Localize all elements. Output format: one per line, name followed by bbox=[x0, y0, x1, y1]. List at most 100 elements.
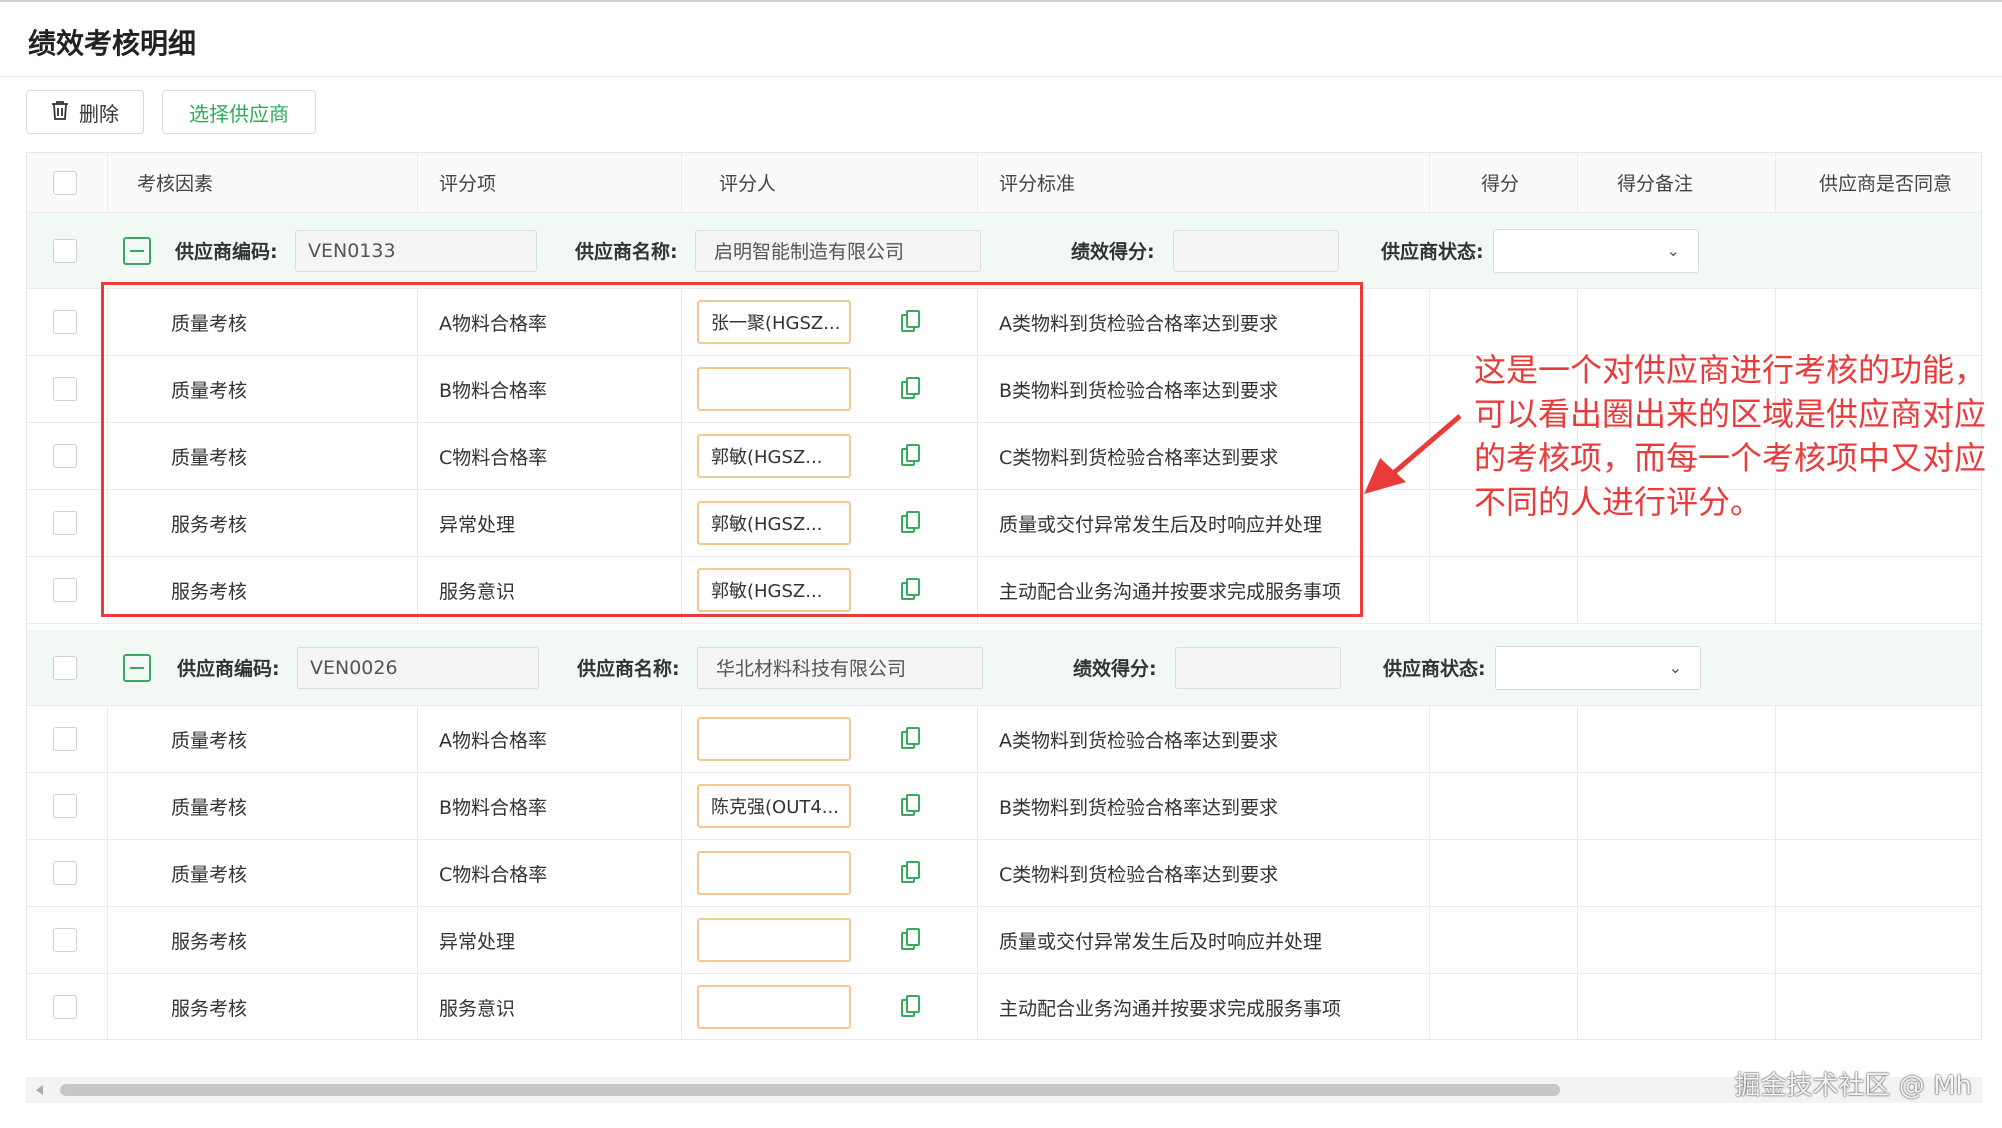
rater-input[interactable]: 郭敏(HGSZ... bbox=[697, 501, 851, 545]
copy-icon[interactable] bbox=[901, 995, 921, 1019]
annotation-line: 不同的人进行评分。 bbox=[1474, 483, 1763, 521]
row-checkbox[interactable] bbox=[53, 727, 77, 751]
performance-score-field[interactable] bbox=[1173, 229, 1339, 272]
rater-input[interactable] bbox=[697, 367, 851, 411]
window-top-border bbox=[0, 0, 2002, 2]
column-header-standard: 评分标准 bbox=[999, 173, 1076, 195]
standard-cell: C类物料到货检验合格率达到要求 bbox=[999, 446, 1279, 469]
page-title: 绩效考核明细 bbox=[28, 27, 197, 60]
row-checkbox[interactable] bbox=[53, 511, 77, 535]
delete-button[interactable]: 删除 bbox=[26, 90, 144, 134]
performance-score-label: 绩效得分: bbox=[1071, 241, 1155, 263]
collapse-icon[interactable] bbox=[123, 653, 151, 682]
supplier-code-label: 供应商编码: bbox=[177, 658, 280, 680]
supplier-code-field[interactable]: VEN0133 bbox=[295, 229, 537, 272]
collapse-icon[interactable] bbox=[123, 236, 151, 265]
assessment-table: 考核因素 评分项 评分人 评分标准 得分 得分备注 供应商是否同意 供应商编码:… bbox=[26, 152, 1982, 1040]
row-checkbox[interactable] bbox=[53, 444, 77, 468]
item-cell: C物料合格率 bbox=[439, 446, 548, 469]
table-row: 服务考核 服务意识 郭敏(HGSZ... 主动配合业务沟通并按要求完成服务事项 bbox=[27, 557, 1981, 624]
row-checkbox[interactable] bbox=[53, 310, 77, 334]
delete-button-label: 删除 bbox=[79, 101, 119, 126]
factor-cell: 服务考核 bbox=[171, 930, 248, 953]
select-all-checkbox[interactable] bbox=[53, 170, 77, 195]
rater-input[interactable]: 张一聚(HGSZ... bbox=[697, 300, 851, 344]
rater-input[interactable]: 郭敏(HGSZ... bbox=[697, 568, 851, 612]
table-row: 服务考核 异常处理 质量或交付异常发生后及时响应并处理 bbox=[27, 907, 1981, 974]
factor-cell: 质量考核 bbox=[171, 796, 248, 819]
copy-icon[interactable] bbox=[901, 511, 921, 535]
horizontal-scrollbar[interactable] bbox=[26, 1077, 1982, 1103]
row-checkbox[interactable] bbox=[53, 794, 77, 818]
supplier-status-select[interactable]: ⌄ bbox=[1493, 228, 1699, 273]
supplier-name-label: 供应商名称: bbox=[577, 658, 680, 680]
supplier-name-field[interactable]: 华北材料科技有限公司 bbox=[697, 646, 983, 689]
rater-input[interactable] bbox=[697, 985, 851, 1029]
row-checkbox[interactable] bbox=[53, 928, 77, 952]
annotation-text: 这是一个对供应商进行考核的功能， 可以看出圈出来的区域是供应商对应 的考核项，而… bbox=[1474, 348, 1994, 524]
table-row: 服务考核 服务意识 主动配合业务沟通并按要求完成服务事项 bbox=[27, 974, 1981, 1039]
rater-input[interactable]: 陈克强(OUT4... bbox=[697, 784, 851, 828]
row-checkbox[interactable] bbox=[53, 655, 77, 680]
standard-cell: 质量或交付异常发生后及时响应并处理 bbox=[999, 513, 1323, 536]
chevron-down-icon: ⌄ bbox=[1666, 241, 1680, 260]
factor-cell: 服务考核 bbox=[171, 580, 248, 603]
factor-cell: 质量考核 bbox=[171, 729, 248, 752]
standard-cell: 质量或交付异常发生后及时响应并处理 bbox=[999, 930, 1323, 953]
select-supplier-button[interactable]: 选择供应商 bbox=[162, 90, 316, 134]
standard-cell: 主动配合业务沟通并按要求完成服务事项 bbox=[999, 997, 1342, 1020]
copy-icon[interactable] bbox=[901, 727, 921, 751]
row-checkbox[interactable] bbox=[53, 238, 77, 263]
column-header-score: 得分 bbox=[1481, 173, 1520, 195]
annotation-line: 可以看出圈出来的区域是供应商对应 bbox=[1474, 395, 1987, 433]
item-cell: A物料合格率 bbox=[439, 729, 547, 752]
copy-icon[interactable] bbox=[901, 377, 921, 401]
copy-icon[interactable] bbox=[901, 928, 921, 952]
copy-icon[interactable] bbox=[901, 444, 921, 468]
item-cell: 异常处理 bbox=[439, 930, 516, 953]
factor-cell: 服务考核 bbox=[171, 997, 248, 1020]
chevron-down-icon: ⌄ bbox=[1668, 658, 1682, 677]
supplier-code-field[interactable]: VEN0026 bbox=[297, 646, 539, 689]
row-checkbox[interactable] bbox=[53, 995, 77, 1019]
column-header-rater: 评分人 bbox=[719, 173, 777, 195]
item-cell: A物料合格率 bbox=[439, 312, 547, 335]
row-checkbox[interactable] bbox=[53, 377, 77, 401]
scrollbar-thumb[interactable] bbox=[60, 1084, 1560, 1096]
supplier-name-label: 供应商名称: bbox=[575, 241, 678, 263]
supplier-status-label: 供应商状态: bbox=[1383, 658, 1486, 680]
supplier-name-field[interactable]: 启明智能制造有限公司 bbox=[695, 229, 981, 272]
copy-icon[interactable] bbox=[901, 861, 921, 885]
rater-input[interactable] bbox=[697, 717, 851, 761]
column-header-score-remark: 得分备注 bbox=[1617, 173, 1694, 195]
row-checkbox[interactable] bbox=[53, 861, 77, 885]
trash-icon bbox=[51, 100, 69, 125]
item-cell: C物料合格率 bbox=[439, 863, 548, 886]
row-checkbox[interactable] bbox=[53, 578, 77, 602]
factor-cell: 服务考核 bbox=[171, 513, 248, 536]
factor-cell: 质量考核 bbox=[171, 446, 248, 469]
column-header-supplier-agree: 供应商是否同意 bbox=[1819, 173, 1953, 195]
copy-icon[interactable] bbox=[901, 794, 921, 818]
table-header: 考核因素 评分项 评分人 评分标准 得分 得分备注 供应商是否同意 bbox=[27, 153, 1981, 213]
standard-cell: 主动配合业务沟通并按要求完成服务事项 bbox=[999, 580, 1342, 603]
factor-cell: 质量考核 bbox=[171, 863, 248, 886]
column-header-factor: 考核因素 bbox=[137, 173, 214, 195]
scroll-left-icon[interactable] bbox=[36, 1085, 43, 1095]
standard-cell: B类物料到货检验合格率达到要求 bbox=[999, 379, 1279, 402]
supplier-status-label: 供应商状态: bbox=[1381, 241, 1484, 263]
annotation-line: 这是一个对供应商进行考核的功能， bbox=[1474, 351, 1987, 389]
item-cell: 服务意识 bbox=[439, 997, 516, 1020]
rater-input[interactable]: 郭敏(HGSZ... bbox=[697, 434, 851, 478]
rater-input[interactable] bbox=[697, 851, 851, 895]
standard-cell: B类物料到货检验合格率达到要求 bbox=[999, 796, 1279, 819]
column-header-item: 评分项 bbox=[439, 173, 497, 195]
supplier-code-label: 供应商编码: bbox=[175, 241, 278, 263]
copy-icon[interactable] bbox=[901, 578, 921, 602]
rater-input[interactable] bbox=[697, 918, 851, 962]
copy-icon[interactable] bbox=[901, 310, 921, 334]
supplier-status-select[interactable]: ⌄ bbox=[1495, 645, 1701, 690]
performance-score-field[interactable] bbox=[1175, 646, 1341, 689]
factor-cell: 质量考核 bbox=[171, 312, 248, 335]
table-row: 质量考核 A物料合格率 A类物料到货检验合格率达到要求 bbox=[27, 706, 1981, 773]
